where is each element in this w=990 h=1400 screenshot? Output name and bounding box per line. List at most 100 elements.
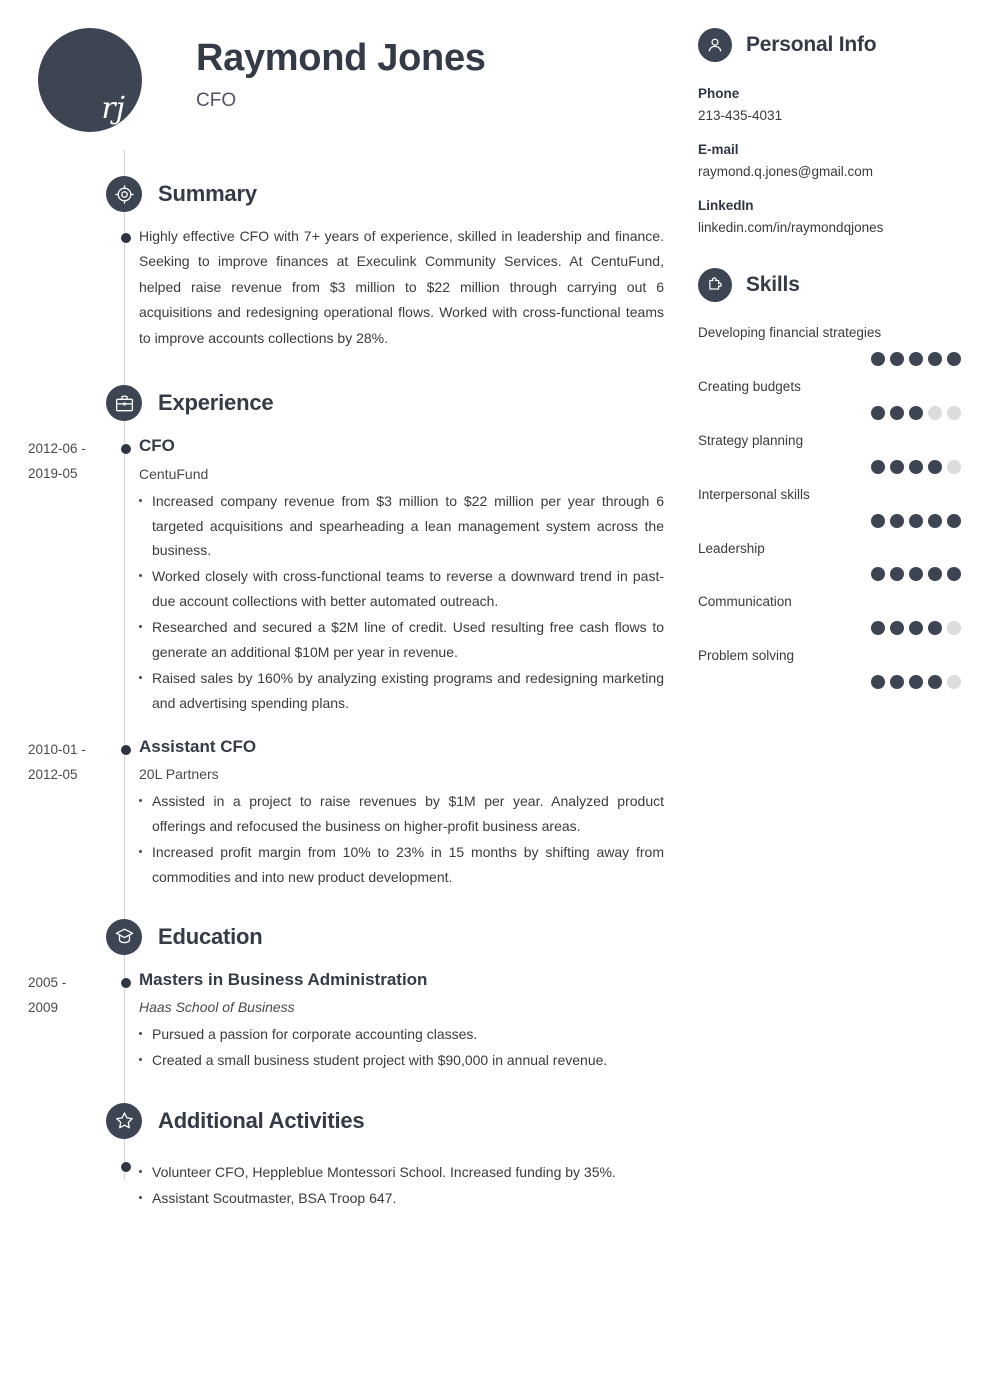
- skill-dot-filled: [890, 351, 904, 366]
- skill-name: Strategy planning: [698, 432, 804, 448]
- skill-dot-filled: [890, 621, 904, 636]
- main-column: rj Raymond Jones CFO Summary Highly effe…: [0, 0, 690, 1400]
- experience-date: 2010-01 - 2012-05: [0, 736, 105, 890]
- contact-value[interactable]: 213-435-4031: [698, 108, 962, 123]
- list-item: Assistant Scoutmaster, BSA Troop 647.: [139, 1186, 664, 1211]
- summary-text: Highly effective CFO with 7+ years of ex…: [139, 228, 664, 346]
- education-body: Masters in Business Administration Haas …: [105, 969, 690, 1073]
- contact-item-email: E-mail raymond.q.jones@gmail.com: [698, 142, 962, 179]
- skill-dot-empty: [947, 405, 961, 420]
- skill-dot-filled: [890, 513, 904, 528]
- education-date: 2005 - 2009: [0, 969, 105, 1073]
- skill-dot-filled: [909, 675, 923, 690]
- skill-dot-filled: [871, 459, 885, 474]
- date-line-2: 2009: [28, 999, 59, 1015]
- skill-dot-filled: [871, 351, 885, 366]
- education-school: Haas School of Business: [139, 998, 295, 1015]
- sidebar-title-personal-info: Personal Info: [746, 33, 877, 56]
- skill-row: Problem solving: [698, 647, 962, 690]
- skill-dot-empty: [947, 621, 961, 636]
- activities-bullets: Volunteer CFO, Heppleblue Montessori Sch…: [139, 1160, 664, 1211]
- section-title-education: Education: [158, 923, 263, 949]
- sidebar-header-personal-info: Personal Info: [698, 28, 962, 62]
- contact-item-phone: Phone 213-435-4031: [698, 86, 962, 123]
- contact-list: Phone 213-435-4031 E-mail raymond.q.jone…: [698, 86, 962, 235]
- education-bullets: Pursued a passion for corporate accounti…: [139, 1022, 664, 1073]
- skill-name: Leadership: [698, 540, 765, 556]
- skill-dot-filled: [947, 567, 961, 582]
- experience-job-title: CFO: [139, 436, 175, 456]
- section-title-summary: Summary: [158, 181, 257, 206]
- user-icon: [698, 28, 732, 62]
- skill-dot-filled: [890, 567, 904, 582]
- contact-item-linkedin: LinkedIn linkedin.com/in/raymondqjones: [698, 198, 962, 235]
- contact-label: E-mail: [698, 142, 739, 157]
- skill-dot-filled: [928, 513, 942, 528]
- section-education: Education 2005 - 2009 Masters in Busines…: [0, 918, 690, 1073]
- skill-name: Interpersonal skills: [698, 486, 810, 502]
- avatar-monogram: rj: [101, 91, 125, 126]
- experience-bullets: Assisted in a project to raise revenues …: [139, 789, 664, 890]
- sidebar-title-skills: Skills: [746, 273, 800, 296]
- education-entry: 2005 - 2009 Masters in Business Administ…: [0, 969, 690, 1073]
- contact-label: Phone: [698, 86, 740, 101]
- sidebar: Personal Info Phone 213-435-4031 E-mail …: [690, 0, 990, 1400]
- skill-row: Developing financial strategies: [698, 324, 962, 366]
- skill-dot-filled: [909, 567, 923, 582]
- skill-row: Creating budgets: [698, 378, 962, 420]
- contact-label: LinkedIn: [698, 198, 754, 213]
- skill-dot-filled: [947, 351, 961, 366]
- skill-rating: [698, 459, 962, 474]
- list-item: Increased profit margin from 10% to 23% …: [139, 840, 664, 890]
- list-item: Raised sales by 160% by analyzing existi…: [139, 666, 664, 716]
- summary-entry: Highly effective CFO with 7+ years of ex…: [0, 224, 690, 351]
- experience-date: 2012-06 - 2019-05: [0, 435, 105, 715]
- skill-row: Interpersonal skills: [698, 486, 962, 528]
- resume-header: rj Raymond Jones CFO: [0, 28, 690, 140]
- activities-entry: Volunteer CFO, Heppleblue Montessori Sch…: [0, 1153, 690, 1211]
- skill-dot-filled: [909, 405, 923, 420]
- date-line-1: 2012-06 -: [28, 441, 86, 457]
- skill-name: Problem solving: [698, 648, 795, 664]
- experience-body: CFO CentuFund Increased company revenue …: [105, 435, 690, 715]
- skill-dot-filled: [928, 621, 942, 636]
- skill-rating: [698, 621, 962, 636]
- summary-body: Highly effective CFO with 7+ years of ex…: [105, 224, 690, 351]
- skill-dot-filled: [909, 621, 923, 636]
- date-line-2: 2019-05: [28, 466, 78, 482]
- briefcase-icon: [106, 385, 142, 422]
- section-additional-activities: Additional Activities Volunteer CFO, Hep…: [0, 1102, 690, 1211]
- skill-dot-filled: [928, 675, 942, 690]
- skill-dot-filled: [890, 675, 904, 690]
- skill-dot-empty: [947, 675, 961, 690]
- skill-rating: [698, 405, 962, 420]
- avatar: rj: [38, 28, 142, 132]
- experience-company: CentuFund: [139, 465, 209, 482]
- skill-dot-filled: [871, 513, 885, 528]
- skill-dot-filled: [909, 459, 923, 474]
- list-item: Increased company revenue from $3 millio…: [139, 489, 664, 564]
- summary-date-spacer: [0, 224, 105, 351]
- skill-rating: [698, 675, 962, 690]
- sidebar-header-skills: Skills: [698, 268, 962, 302]
- skill-rating: [698, 513, 962, 528]
- contact-value[interactable]: raymond.q.jones@gmail.com: [698, 164, 962, 179]
- job-title: CFO: [196, 89, 237, 111]
- skill-row: Leadership: [698, 540, 962, 582]
- contact-value[interactable]: linkedin.com/in/raymondqjones: [698, 220, 962, 235]
- skill-dot-filled: [871, 675, 885, 690]
- list-item: Pursued a passion for corporate accounti…: [139, 1022, 664, 1047]
- skill-dot-filled: [890, 459, 904, 474]
- target-icon: [106, 176, 142, 212]
- star-icon: [106, 1102, 142, 1139]
- section-experience: Experience 2012-06 - 2019-05 CFO CentuFu…: [0, 385, 690, 889]
- skills-list: Developing financial strategies Creating…: [698, 324, 962, 690]
- education-degree: Masters in Business Administration: [139, 969, 428, 989]
- skill-dot-filled: [928, 351, 942, 366]
- date-line-1: 2005 -: [28, 974, 67, 990]
- section-title-activities: Additional Activities: [158, 1107, 365, 1133]
- skill-rating: [698, 567, 962, 582]
- graduation-cap-icon: [106, 918, 142, 955]
- date-line-1: 2010-01 -: [28, 741, 86, 757]
- skill-dot-filled: [871, 621, 885, 636]
